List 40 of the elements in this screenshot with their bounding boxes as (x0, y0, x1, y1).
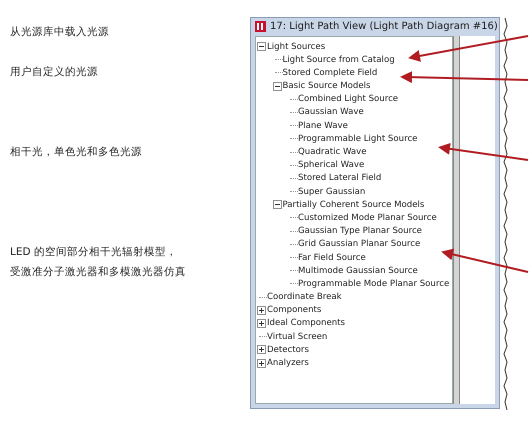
tree-item[interactable]: Stored Lateral Field (298, 172, 382, 184)
tree-item[interactable]: Virtual Screen (267, 330, 328, 343)
window-title: 17: Light Path View (Light Path Diagram #16) (270, 20, 498, 34)
tree-item[interactable]: Programmable Mode Planar Source (298, 278, 450, 290)
annotation-text: 受激准分子激光器和多模激光器仿真 (10, 265, 187, 280)
collapse-icon[interactable] (272, 200, 282, 210)
expand-icon[interactable] (257, 345, 266, 354)
tree-item[interactable]: Light Source from Catalog (282, 54, 395, 66)
tree-item[interactable]: Multimode Gaussian Source (298, 264, 418, 277)
tree-item[interactable]: Programmable Light Source (298, 132, 418, 145)
annotation-text: 用户自定义的光源 (10, 65, 99, 80)
tree-item[interactable]: Gaussian Wave (298, 106, 364, 118)
collapse-icon[interactable] (272, 82, 282, 91)
tree-item[interactable]: Analyzers (267, 357, 309, 369)
tree-item[interactable]: Coordinate Break (267, 291, 342, 304)
tree-item[interactable]: Grid Gaussian Planar Source (298, 238, 420, 250)
annotation-text: LED 的空间部分相干光辐射模型， (10, 245, 178, 260)
tree-item[interactable]: Detectors (267, 344, 309, 356)
tree-item[interactable]: Super Gaussian (298, 186, 366, 198)
tree-item[interactable]: Plane Wave (298, 120, 348, 132)
collapse-icon[interactable] (257, 42, 266, 51)
tree-item[interactable]: Combined Light Source (298, 93, 398, 106)
tree-item[interactable]: Customized Mode Planar Source (298, 212, 437, 224)
annotation-text: 从光源库中载入光源 (10, 25, 110, 40)
tree-item[interactable]: Light Sources (267, 40, 326, 52)
expand-icon[interactable] (257, 358, 266, 368)
splitter[interactable] (453, 36, 460, 404)
tree-item[interactable]: Spherical Wave (298, 159, 364, 172)
expand-icon[interactable] (257, 306, 266, 315)
annotation-text: 相干光，单色光和多色光源 (10, 145, 143, 160)
tree-item[interactable]: Gaussian Type Planar Source (298, 225, 422, 238)
tree-item[interactable]: Partially Coherent Source Models (282, 198, 424, 211)
tree-item[interactable]: Quadratic Wave (298, 146, 367, 158)
tree-item[interactable]: Components (267, 304, 322, 316)
tree-item[interactable]: Basic Source Models (282, 80, 371, 92)
tree-item[interactable]: Far Field Source (298, 252, 366, 264)
app-icon (255, 21, 266, 32)
expand-icon[interactable] (257, 318, 266, 328)
tree-item[interactable]: Ideal Components (267, 317, 346, 330)
tree-item[interactable]: Stored Complete Field (282, 66, 378, 79)
